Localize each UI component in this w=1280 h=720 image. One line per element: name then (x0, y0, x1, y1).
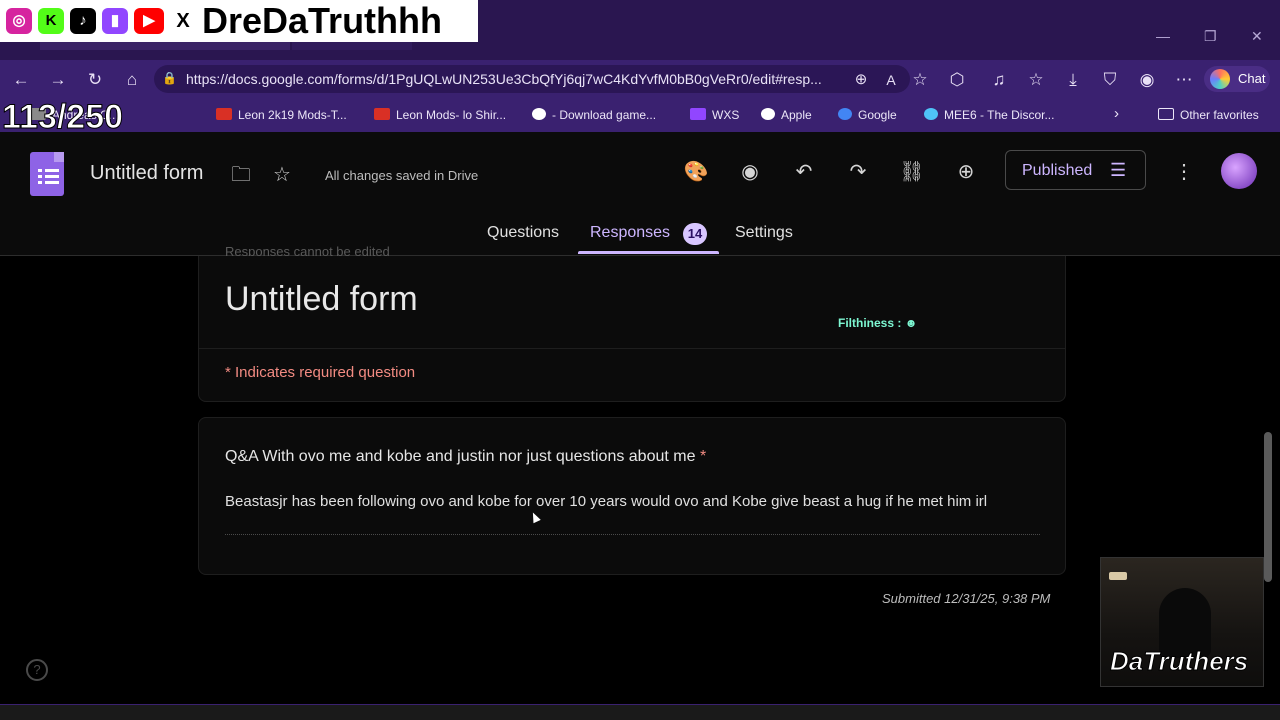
chat-label: Chat (1238, 71, 1266, 86)
chevron-right-icon[interactable]: › (1114, 105, 1119, 122)
social-banner: ◎ K ♪ ▮ ▶ X DreDaTruthhh (0, 0, 478, 42)
bookmark-item[interactable]: Leon Mods- lo Shir... (374, 108, 506, 122)
responses-count-badge: 14 (683, 223, 707, 245)
preview-eye-icon[interactable]: ◉ (737, 160, 763, 184)
downloads-icon[interactable]: ⤓ (1062, 70, 1084, 90)
leon-icon (374, 108, 390, 120)
copilot-chat-button[interactable]: Chat (1204, 66, 1270, 92)
tiktok-icon: ♪ (70, 8, 96, 34)
forms-logo-icon[interactable] (30, 152, 64, 196)
divider (198, 348, 1066, 349)
required-note: * Indicates required question (225, 364, 416, 381)
apple-icon (761, 108, 775, 120)
undo-icon[interactable]: ↶ (791, 160, 817, 184)
scrollbar[interactable] (1264, 432, 1272, 582)
favorites-icon[interactable]: ☆ (1025, 70, 1047, 90)
media-icon[interactable]: ♫ (988, 70, 1010, 90)
bookmark-item[interactable]: - Download game... (532, 108, 656, 122)
palette-icon[interactable]: 🎨 (683, 160, 709, 184)
instagram-icon: ◎ (6, 8, 32, 34)
bookmark-item[interactable]: MEE6 - The Discor... (924, 108, 1054, 122)
document-title[interactable]: Untitled form (90, 162, 203, 185)
zoom-icon[interactable]: ⊕ (850, 70, 872, 90)
window-bottom-edge (0, 704, 1280, 720)
tune-icon: ☰ (1110, 160, 1127, 180)
bookmark-item[interactable]: Leon 2k19 Mods-T... (216, 108, 347, 122)
tab-settings[interactable]: Settings (735, 224, 793, 242)
redo-icon[interactable]: ↷ (845, 160, 871, 184)
answer-underline (225, 534, 1040, 535)
wordpress-icon (532, 108, 546, 120)
streamer-name: DreDaTruthhh (202, 0, 443, 41)
back-icon[interactable]: ← (10, 70, 32, 90)
minimize-icon[interactable]: — (1156, 28, 1170, 44)
answer-text: Beastasjr has been following ovo and kob… (225, 493, 988, 510)
url-text[interactable]: https://docs.google.com/forms/d/1PgUQLwU… (186, 71, 822, 87)
star-icon[interactable]: ☆ (269, 163, 295, 187)
more-menu-icon[interactable]: ⋯ (1173, 70, 1195, 90)
youtube-icon: ▶ (134, 8, 164, 34)
more-options-icon[interactable]: ⋮ (1171, 160, 1197, 184)
leon-icon (216, 108, 232, 120)
active-tab-indicator (578, 251, 719, 254)
add-collaborator-icon[interactable]: ⊕ (953, 160, 979, 184)
google-icon (838, 108, 852, 120)
forward-icon[interactable]: → (47, 70, 69, 90)
submitted-timestamp: Submitted 12/31/25, 9:38 PM (882, 591, 1051, 606)
screen: — ❐ ✕ ← → ↻ ⌂ 🔒 https://docs.google.com/… (0, 0, 1280, 720)
emoji-icon: ☻ (904, 316, 918, 330)
read-aloud-icon[interactable]: A (880, 70, 902, 90)
restore-icon[interactable]: ❐ (1204, 28, 1217, 45)
tab-questions[interactable]: Questions (487, 224, 559, 242)
help-icon[interactable]: ? (26, 659, 48, 681)
question-title: Q&A With ovo me and kobe and justin nor … (225, 448, 707, 465)
goal-counter: 113/250 (1, 98, 124, 137)
profile-icon[interactable]: ◉ (1136, 70, 1158, 90)
link-icon[interactable]: ⛓ (899, 160, 925, 184)
site-info-icon[interactable]: 🔒 (162, 71, 177, 87)
x-icon: X (170, 8, 196, 34)
mee6-icon (924, 108, 938, 120)
kick-icon: K (38, 8, 64, 34)
reload-icon[interactable]: ↻ (84, 70, 106, 90)
extensions-icon[interactable]: ⬡ (946, 70, 968, 90)
bookmark-item[interactable]: Google (838, 108, 897, 122)
avatar[interactable] (1221, 153, 1257, 189)
filthiness-label: Filthiness : ☻ (838, 316, 918, 330)
favorite-star-icon[interactable]: ☆ (909, 70, 931, 90)
bookmark-item[interactable]: Apple (761, 108, 812, 122)
close-icon[interactable]: ✕ (1251, 28, 1263, 45)
other-favorites[interactable]: Other favorites (1158, 108, 1259, 122)
tab-responses[interactable]: Responses (590, 224, 670, 242)
folder-icon[interactable]: 🗀 (228, 163, 254, 187)
folder-icon (1158, 108, 1174, 120)
home-icon[interactable]: ⌂ (121, 70, 143, 90)
required-star: * (699, 448, 707, 465)
published-button[interactable]: Published ☰ (1005, 150, 1146, 190)
shield-icon[interactable]: ⛉ (1099, 70, 1121, 90)
save-status: All changes saved in Drive (325, 168, 479, 183)
twitch-icon: ▮ (102, 8, 128, 34)
copilot-icon (1210, 69, 1230, 89)
bookmark-item[interactable]: WXS (690, 108, 739, 122)
form-title-heading: Untitled form (225, 280, 418, 318)
webcam-logo: DaTruthers (1109, 646, 1249, 677)
twitch-icon (690, 108, 706, 120)
